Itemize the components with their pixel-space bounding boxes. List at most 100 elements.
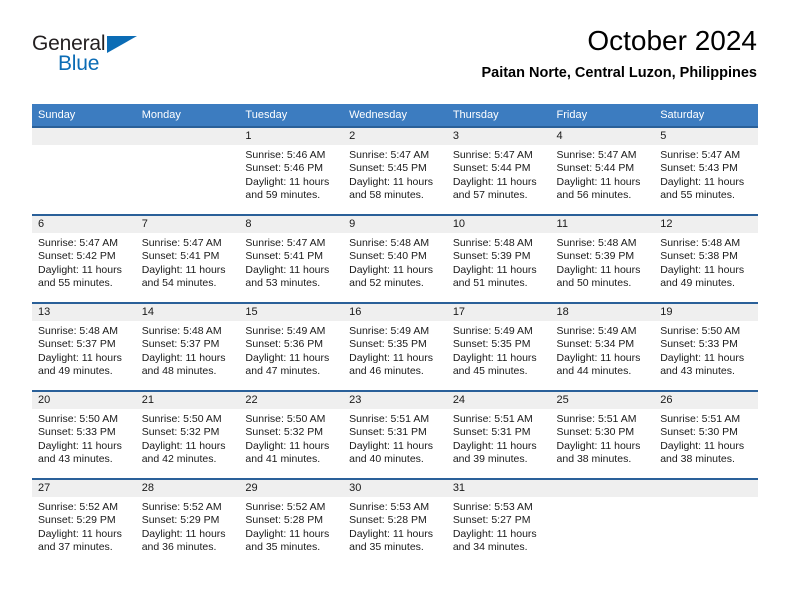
day-number: 28 bbox=[135, 480, 240, 497]
calendar-day-cell[interactable]: 9 Sunrise: 5:48 AM Sunset: 5:40 PM Daylight… bbox=[343, 214, 447, 303]
calendar-day-cell[interactable]: 3 Sunrise: 5:47 AM Sunset: 5:44 PM Daylight… bbox=[446, 126, 551, 215]
day-number: 8 bbox=[239, 216, 344, 233]
day-details: Sunrise: 5:47 AM Sunset: 5:44 PM Daylight:… bbox=[447, 145, 551, 203]
daylight-text: Daylight: 11 hours and 52 minutes. bbox=[349, 263, 433, 290]
calendar-day-cell[interactable]: 12 Sunrise: 5:48 AM Sunset: 5:38 PM Dayligh… bbox=[654, 214, 758, 303]
day-number: 14 bbox=[135, 304, 240, 321]
sunset-text: Sunset: 5:39 PM bbox=[452, 250, 531, 263]
daylight-text: Daylight: 11 hours and 40 minutes. bbox=[349, 439, 433, 466]
calendar-day-cell[interactable]: 4 Sunrise: 5:47 AM Sunset: 5:44 PM Daylight… bbox=[550, 126, 655, 215]
calendar-day-cell-empty bbox=[32, 126, 136, 215]
calendar-day-cell[interactable]: 8 Sunrise: 5:47 AM Sunset: 5:41 PM Daylight… bbox=[239, 214, 344, 303]
calendar-day-cell[interactable]: 27 Sunrise: 5:52 AM Sunset: 5:29 PM Dayligh… bbox=[32, 478, 136, 566]
day-number: 24 bbox=[446, 392, 551, 409]
calendar-day-cell[interactable]: 30 Sunrise: 5:53 AM Sunset: 5:28 PM Dayligh… bbox=[343, 478, 447, 566]
day-number: 15 bbox=[239, 304, 344, 321]
day-number: 16 bbox=[343, 304, 447, 321]
logo-text-blue: Blue bbox=[58, 52, 100, 75]
calendar-day-cell[interactable]: 16 Sunrise: 5:49 AM Sunset: 5:35 PM Dayligh… bbox=[343, 302, 447, 391]
sunset-text: Sunset: 5:28 PM bbox=[349, 514, 427, 527]
day-details: Sunrise: 5:48 AM Sunset: 5:39 PM Daylight:… bbox=[551, 233, 655, 291]
weekday-header-thursday: Thursday bbox=[446, 104, 551, 127]
calendar-day-cell[interactable]: 26 Sunrise: 5:51 AM Sunset: 5:30 PM Dayligh… bbox=[654, 390, 758, 479]
day-number: 3 bbox=[446, 128, 551, 145]
calendar-day-cell[interactable]: 5 Sunrise: 5:47 AM Sunset: 5:43 PM Daylight… bbox=[654, 126, 758, 215]
sunrise-text: Sunrise: 5:52 AM bbox=[38, 501, 118, 513]
daylight-text: Daylight: 11 hours and 44 minutes. bbox=[556, 351, 641, 378]
sunrise-text: Sunrise: 5:46 AM bbox=[245, 149, 326, 161]
sunrise-text: Sunrise: 5:48 AM bbox=[660, 237, 741, 249]
calendar-day-cell[interactable]: 7 Sunrise: 5:47 AM Sunset: 5:41 PM Daylight… bbox=[135, 214, 240, 303]
sunset-text: Sunset: 5:42 PM bbox=[38, 250, 116, 263]
calendar-day-cell-empty bbox=[550, 478, 655, 566]
calendar-day-cell[interactable]: 15 Sunrise: 5:49 AM Sunset: 5:36 PM Dayligh… bbox=[239, 302, 344, 391]
calendar-header-row: Sunday Monday Tuesday Wednesday Thursday… bbox=[32, 104, 758, 127]
calendar-week-row: 6 Sunrise: 5:47 AM Sunset: 5:42 PM Daylight… bbox=[32, 214, 758, 303]
calendar-day-cell[interactable]: 11 Sunrise: 5:48 AM Sunset: 5:39 PM Dayligh… bbox=[550, 214, 655, 303]
calendar-day-cell[interactable]: 1 Sunrise: 5:46 AM Sunset: 5:46 PM Daylight… bbox=[239, 126, 344, 215]
day-details: Sunrise: 5:47 AM Sunset: 5:45 PM Daylight:… bbox=[343, 145, 447, 203]
calendar-day-cell[interactable]: 25 Sunrise: 5:51 AM Sunset: 5:30 PM Dayligh… bbox=[550, 390, 655, 479]
sunset-text: Sunset: 5:35 PM bbox=[349, 338, 427, 351]
daylight-text: Daylight: 11 hours and 34 minutes. bbox=[452, 527, 537, 554]
sunset-text: Sunset: 5:38 PM bbox=[660, 250, 738, 263]
day-number: 23 bbox=[343, 392, 447, 409]
day-number: 29 bbox=[239, 480, 344, 497]
sunset-text: Sunset: 5:43 PM bbox=[660, 162, 738, 175]
day-number: 13 bbox=[32, 304, 136, 321]
calendar-day-cell[interactable]: 23 Sunrise: 5:51 AM Sunset: 5:31 PM Dayligh… bbox=[343, 390, 447, 479]
logo-triangle-icon bbox=[107, 36, 137, 53]
sunset-text: Sunset: 5:44 PM bbox=[452, 162, 531, 175]
daylight-text: Daylight: 11 hours and 55 minutes. bbox=[660, 175, 745, 202]
calendar-body: 1 Sunrise: 5:46 AM Sunset: 5:46 PM Daylight… bbox=[32, 126, 758, 566]
calendar-day-cell[interactable]: 28 Sunrise: 5:52 AM Sunset: 5:29 PM Dayligh… bbox=[135, 478, 240, 566]
day-number: 7 bbox=[135, 216, 240, 233]
weekday-header-tuesday: Tuesday bbox=[239, 104, 344, 127]
daylight-text: Daylight: 11 hours and 57 minutes. bbox=[452, 175, 537, 202]
daylight-text: Daylight: 11 hours and 46 minutes. bbox=[349, 351, 433, 378]
day-number: 25 bbox=[550, 392, 655, 409]
day-number: 5 bbox=[654, 128, 758, 145]
calendar-day-cell[interactable]: 29 Sunrise: 5:52 AM Sunset: 5:28 PM Dayligh… bbox=[239, 478, 344, 566]
day-details: Sunrise: 5:48 AM Sunset: 5:38 PM Daylight:… bbox=[654, 233, 758, 291]
calendar-day-cell[interactable]: 22 Sunrise: 5:50 AM Sunset: 5:32 PM Dayligh… bbox=[239, 390, 344, 479]
calendar-day-cell[interactable]: 18 Sunrise: 5:49 AM Sunset: 5:34 PM Dayligh… bbox=[550, 302, 655, 391]
calendar-day-cell[interactable]: 31 Sunrise: 5:53 AM Sunset: 5:27 PM Dayligh… bbox=[446, 478, 551, 566]
sunrise-text: Sunrise: 5:47 AM bbox=[141, 237, 222, 249]
day-details: Sunrise: 5:48 AM Sunset: 5:39 PM Daylight:… bbox=[447, 233, 551, 291]
calendar-day-cell[interactable]: 13 Sunrise: 5:48 AM Sunset: 5:37 PM Dayligh… bbox=[32, 302, 136, 391]
weekday-header-sunday: Sunday bbox=[32, 104, 136, 127]
day-details: Sunrise: 5:47 AM Sunset: 5:43 PM Daylight:… bbox=[654, 145, 758, 203]
day-details: Sunrise: 5:48 AM Sunset: 5:37 PM Daylight:… bbox=[136, 321, 240, 379]
sunset-text: Sunset: 5:32 PM bbox=[141, 426, 220, 439]
sunrise-text: Sunrise: 5:48 AM bbox=[349, 237, 430, 249]
weekday-header-monday: Monday bbox=[135, 104, 240, 127]
sunset-text: Sunset: 5:46 PM bbox=[245, 162, 324, 175]
calendar-day-cell[interactable]: 17 Sunrise: 5:49 AM Sunset: 5:35 PM Dayligh… bbox=[446, 302, 551, 391]
title-block: October 2024 Paitan Norte, Central Luzon… bbox=[481, 24, 757, 82]
day-number: 19 bbox=[654, 304, 758, 321]
sunrise-text: Sunrise: 5:50 AM bbox=[660, 325, 741, 337]
daylight-text: Daylight: 11 hours and 36 minutes. bbox=[141, 527, 226, 554]
calendar-day-cell[interactable]: 14 Sunrise: 5:48 AM Sunset: 5:37 PM Dayligh… bbox=[135, 302, 240, 391]
calendar-day-cell[interactable]: 19 Sunrise: 5:50 AM Sunset: 5:33 PM Dayligh… bbox=[654, 302, 758, 391]
sunrise-text: Sunrise: 5:51 AM bbox=[660, 413, 741, 425]
calendar-day-cell[interactable]: 24 Sunrise: 5:51 AM Sunset: 5:31 PM Dayligh… bbox=[446, 390, 551, 479]
calendar-day-cell[interactable]: 20 Sunrise: 5:50 AM Sunset: 5:33 PM Dayligh… bbox=[32, 390, 136, 479]
calendar-day-cell[interactable]: 21 Sunrise: 5:50 AM Sunset: 5:32 PM Dayligh… bbox=[135, 390, 240, 479]
calendar-day-cell[interactable]: 6 Sunrise: 5:47 AM Sunset: 5:42 PM Daylight… bbox=[32, 214, 136, 303]
calendar-day-cell[interactable]: 2 Sunrise: 5:47 AM Sunset: 5:45 PM Daylight… bbox=[343, 126, 447, 215]
day-number: 31 bbox=[446, 480, 551, 497]
sunrise-text: Sunrise: 5:50 AM bbox=[245, 413, 326, 425]
day-number: 20 bbox=[32, 392, 136, 409]
day-details: Sunrise: 5:51 AM Sunset: 5:30 PM Daylight:… bbox=[551, 409, 655, 467]
day-number: 26 bbox=[654, 392, 758, 409]
day-details: Sunrise: 5:47 AM Sunset: 5:41 PM Daylight:… bbox=[136, 233, 240, 291]
sunrise-text: Sunrise: 5:51 AM bbox=[452, 413, 533, 425]
daylight-text: Daylight: 11 hours and 50 minutes. bbox=[556, 263, 641, 290]
general-blue-logo[interactable]: General Blue bbox=[32, 32, 162, 80]
daylight-text: Daylight: 11 hours and 49 minutes. bbox=[38, 351, 122, 378]
day-details: Sunrise: 5:52 AM Sunset: 5:29 PM Daylight:… bbox=[32, 497, 136, 555]
day-details: Sunrise: 5:52 AM Sunset: 5:29 PM Daylight:… bbox=[136, 497, 240, 555]
calendar-day-cell[interactable]: 10 Sunrise: 5:48 AM Sunset: 5:39 PM Dayligh… bbox=[446, 214, 551, 303]
